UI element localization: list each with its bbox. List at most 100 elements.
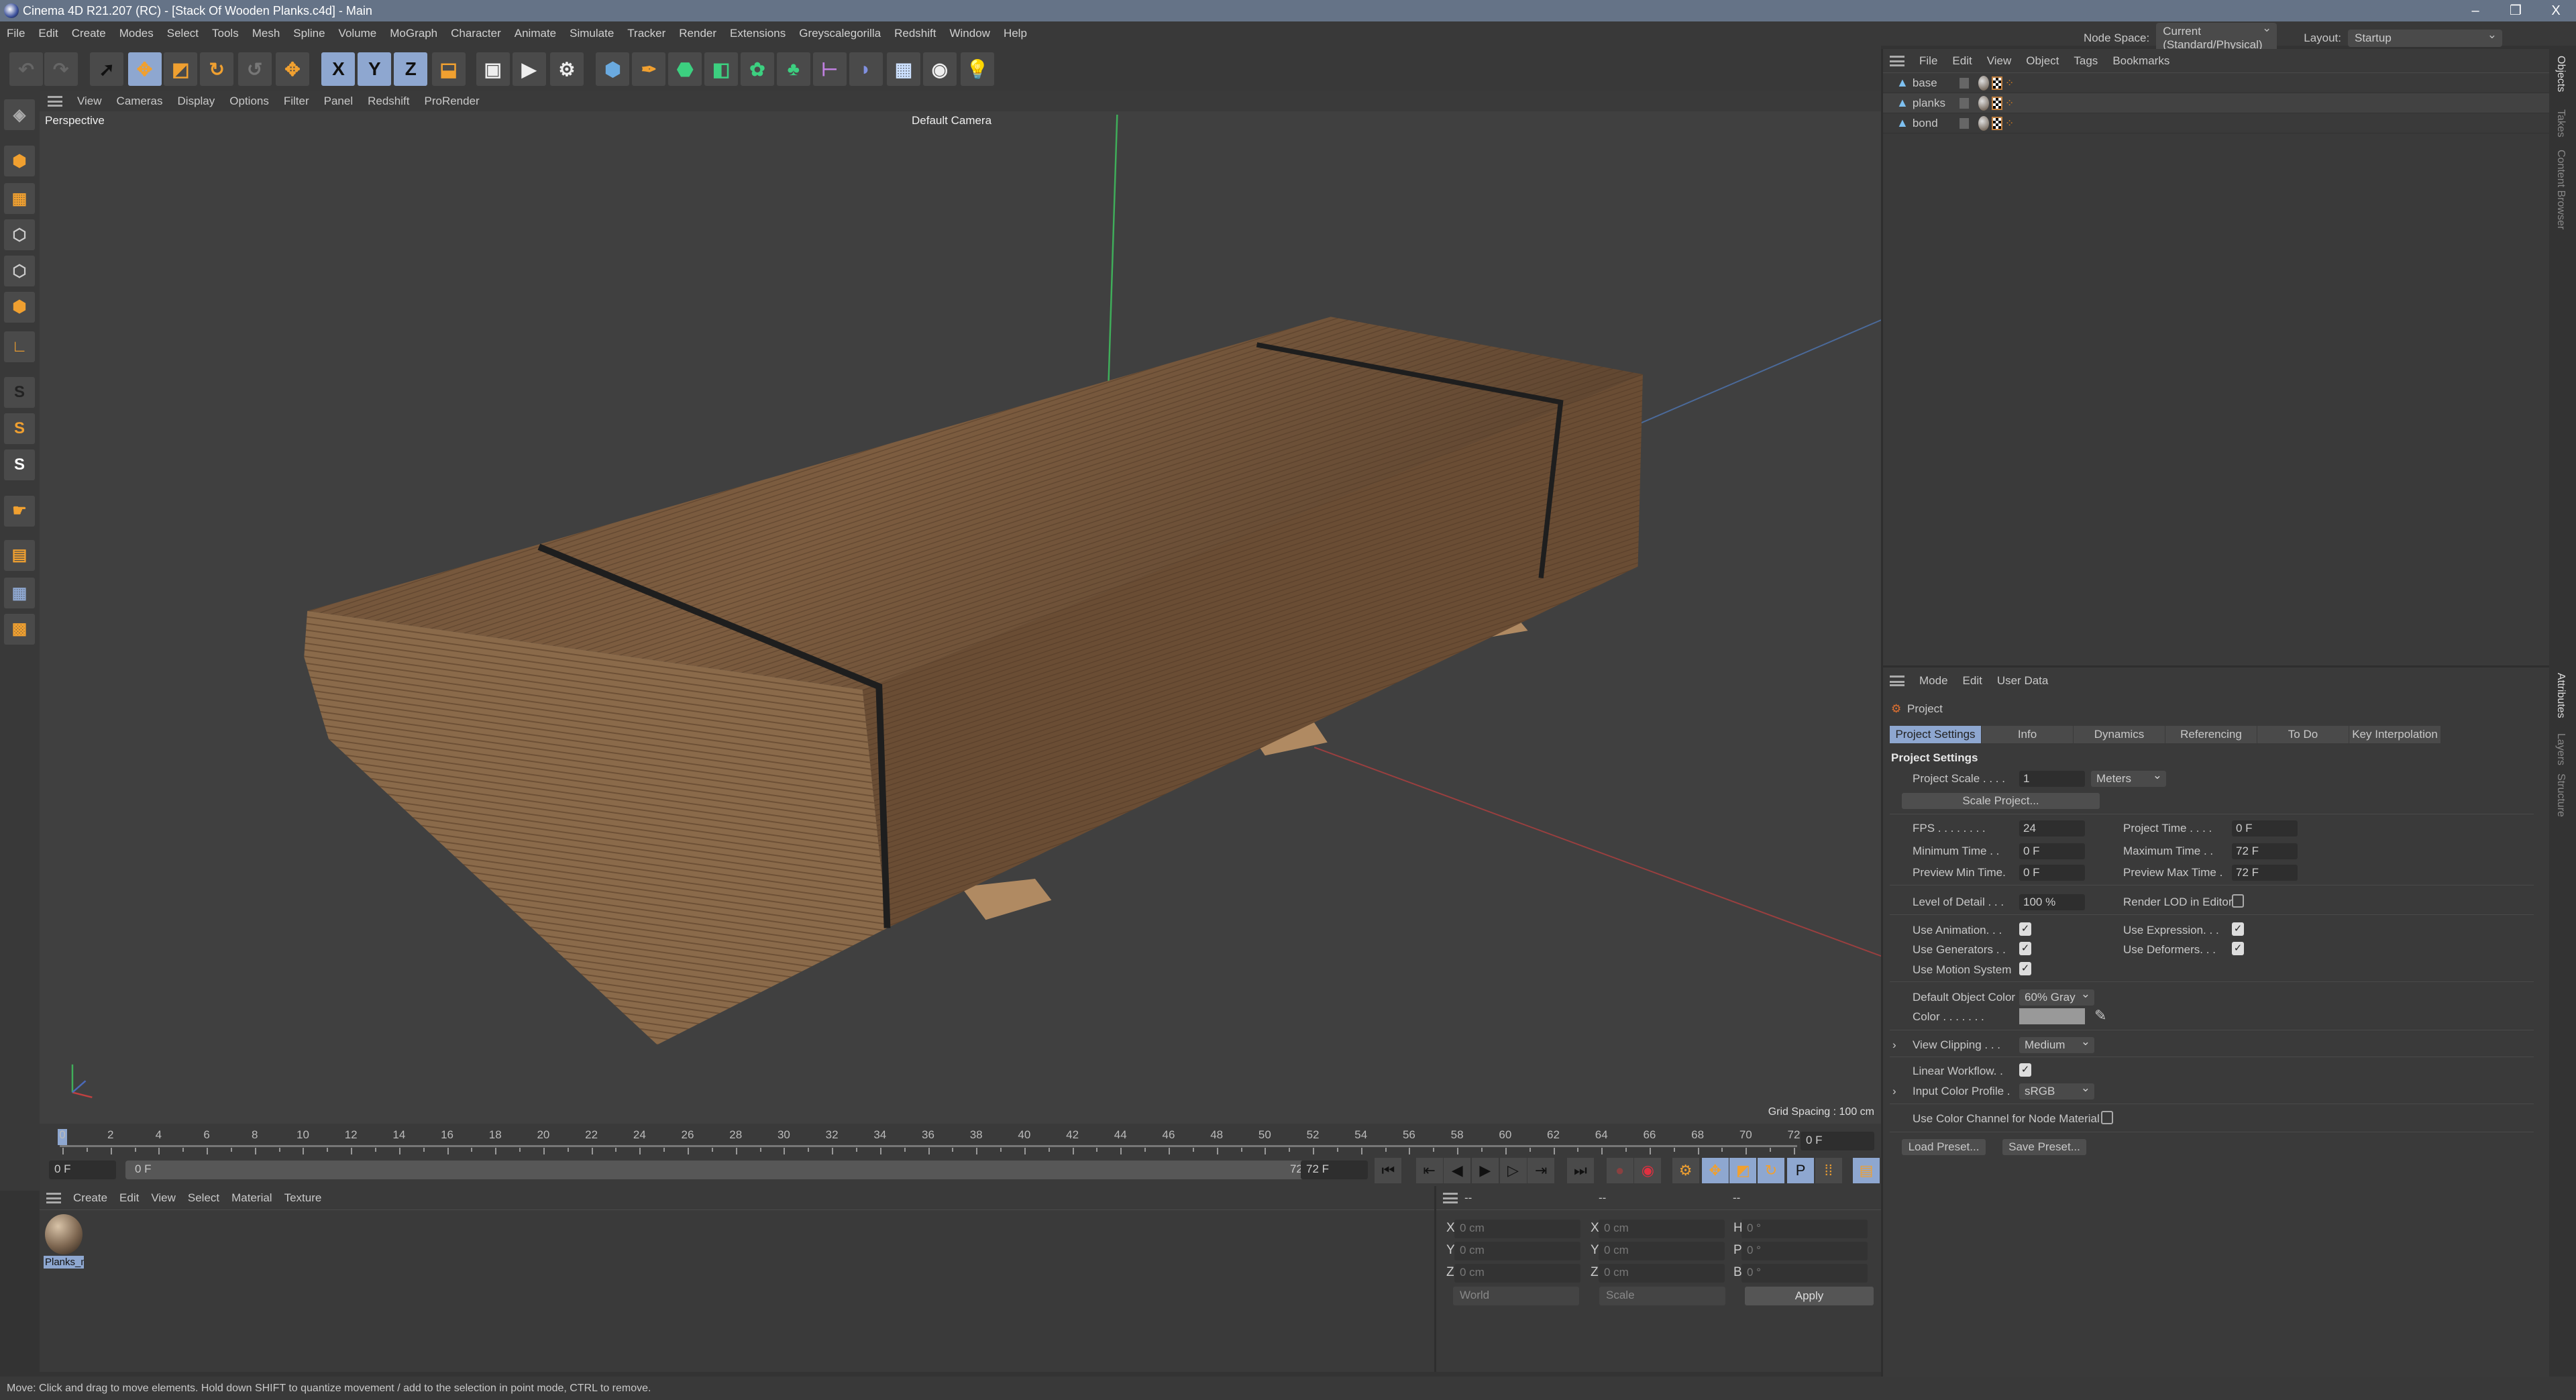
end-frame-field[interactable]: 72 F [1301, 1161, 1368, 1179]
project-scale-unit-dropdown[interactable]: Meters [2091, 769, 2166, 787]
load-preset-button[interactable]: Load Preset... [1902, 1139, 1986, 1155]
minimize-button[interactable]: – [2455, 0, 2496, 21]
previous-key-icon[interactable]: ⇤ [1415, 1158, 1443, 1183]
material-tag-icon[interactable] [1978, 95, 1989, 111]
project-time-field[interactable]: 0 F [2232, 820, 2298, 837]
object-menu-file[interactable]: File [1919, 54, 1937, 68]
visibility-toggle[interactable] [1959, 77, 1969, 89]
material-menu-select[interactable]: Select [188, 1191, 219, 1205]
object-row-base[interactable]: ▲ base ⁘ [1883, 73, 2549, 93]
uvw-tag-icon[interactable] [1991, 96, 2002, 110]
close-button[interactable]: X [2536, 0, 2576, 21]
mograph-icon[interactable]: ♣ [776, 52, 810, 86]
coord-field-x[interactable]: 0 cm [1599, 1220, 1725, 1238]
phong-tag-icon[interactable]: ⁘ [2005, 97, 2014, 110]
menu-mesh[interactable]: Mesh [252, 27, 280, 40]
input-color-profile-dropdown[interactable]: sRGB [2019, 1081, 2094, 1099]
next-key-icon[interactable]: ⇥ [1527, 1158, 1555, 1183]
project-scale-field[interactable]: 1 [2019, 771, 2085, 787]
timeline-ruler[interactable]: 0 2 4 6 8 10 12 14 16 18 20 22 24 26 28 30 32 34 36 38 40 42 4… [40, 1124, 1800, 1156]
points-mode-icon[interactable]: ⬡ [4, 219, 35, 251]
eyedropper-icon[interactable]: ✎ [2094, 1007, 2106, 1024]
z-axis-icon[interactable]: Z [394, 52, 428, 86]
menu-select[interactable]: Select [167, 27, 199, 40]
tab-attributes[interactable]: Attributes [2555, 673, 2567, 718]
key-scale-icon[interactable]: ◩ [1729, 1158, 1757, 1183]
tab-content-browser[interactable]: Content Browser [2555, 150, 2567, 229]
previous-frame-icon[interactable]: ◀ [1444, 1158, 1471, 1183]
snap-icon[interactable]: S [4, 377, 35, 409]
key-position-icon[interactable]: ✥ [1701, 1158, 1729, 1183]
menu-greyscalegorilla[interactable]: Greyscalegorilla [799, 27, 881, 40]
material-menu-icon[interactable] [46, 1192, 61, 1203]
phong-tag-icon[interactable]: ⁘ [2005, 117, 2014, 130]
scale-project-button[interactable]: Scale Project... [1902, 793, 2100, 809]
menu-animate[interactable]: Animate [515, 27, 556, 40]
camera-icon[interactable]: ◉ [922, 52, 957, 86]
material-swatch[interactable]: Planks_m [44, 1213, 84, 1275]
texture-mode-icon[interactable]: ▦ [4, 183, 35, 215]
menu-tracker[interactable]: Tracker [627, 27, 665, 40]
use-expression-checkbox[interactable]: ✓ [2232, 922, 2244, 936]
coord-field-y[interactable]: 0 cm [1599, 1242, 1725, 1260]
viewport-menu-display[interactable]: Display [178, 95, 215, 108]
model-mode-icon[interactable]: ⬢ [4, 146, 35, 176]
input-color-profile-expand-icon[interactable]: › [1892, 1085, 1896, 1098]
coord-field-p[interactable]: 0 ° [1741, 1242, 1868, 1260]
fps-field[interactable]: 24 [2019, 820, 2085, 837]
tab-structure[interactable]: Structure [2555, 773, 2567, 817]
coordinate-space-dropdown[interactable]: World [1453, 1287, 1579, 1305]
tab-to-do[interactable]: To Do [2257, 726, 2349, 743]
menu-modes[interactable]: Modes [119, 27, 154, 40]
material-menu-texture[interactable]: Texture [284, 1191, 322, 1205]
object-menu-tags[interactable]: Tags [2074, 54, 2098, 68]
tab-info[interactable]: Info [1982, 726, 2074, 743]
render-lod-checkbox[interactable] [2232, 894, 2244, 908]
coordinate-mode-dropdown[interactable]: Scale [1599, 1287, 1725, 1305]
y-axis-icon[interactable]: Y [358, 52, 392, 86]
redo-icon[interactable]: ↷ [44, 52, 78, 86]
object-row-planks[interactable]: ▲ planks ⁘ [1883, 93, 2549, 113]
attribute-menu-icon[interactable] [1890, 676, 1904, 686]
use-generators-checkbox[interactable]: ✓ [2019, 942, 2031, 955]
key-rotation-icon[interactable]: ↻ [1758, 1158, 1785, 1183]
viewport-menu-prorender[interactable]: ProRender [425, 95, 480, 108]
preview-min-time-field[interactable]: 0 F [2019, 865, 2085, 881]
render-picture-viewer-icon[interactable]: ▶ [512, 52, 546, 86]
tab-referencing[interactable]: Referencing [2165, 726, 2257, 743]
world-axis-icon[interactable]: ✥ [275, 52, 309, 86]
key-pla-icon[interactable]: ⁞⁞ [1815, 1158, 1842, 1183]
tab-takes[interactable]: Takes [2555, 109, 2567, 138]
rotate-icon[interactable]: ↻ [200, 52, 234, 86]
layout-dropdown[interactable]: Startup [2348, 28, 2502, 47]
use-motion-system-checkbox[interactable]: ✓ [2019, 962, 2031, 975]
viewport-menu-cameras[interactable]: Cameras [117, 95, 163, 108]
viewport-menu-icon[interactable] [48, 95, 62, 107]
attribute-menu-edit[interactable]: Edit [1963, 674, 1982, 688]
object-menu-bookmarks[interactable]: Bookmarks [2112, 54, 2169, 68]
visibility-toggle[interactable] [1959, 117, 1969, 129]
x-axis-icon[interactable]: X [321, 52, 356, 86]
menu-render[interactable]: Render [679, 27, 716, 40]
go-to-end-icon[interactable]: ⏭ [1566, 1158, 1594, 1183]
color-swatch[interactable] [2019, 1008, 2085, 1024]
uvw-tag-icon[interactable] [1991, 116, 2002, 130]
object-menu-object[interactable]: Object [2026, 54, 2059, 68]
linear-workflow-checkbox[interactable]: ✓ [2019, 1063, 2031, 1077]
subdivision-icon[interactable]: ⬣ [668, 52, 702, 86]
timeline-window-icon[interactable]: ▤ [1853, 1158, 1880, 1183]
render-view-icon[interactable]: ▣ [476, 52, 510, 86]
material-tag-icon[interactable] [1978, 75, 1989, 91]
make-editable-icon[interactable]: ◈ [4, 99, 35, 131]
menu-help[interactable]: Help [1004, 27, 1027, 40]
pen-icon[interactable]: ✒ [632, 52, 666, 86]
tab-dynamics[interactable]: Dynamics [2074, 726, 2165, 743]
tweak-icon[interactable]: ☛ [4, 495, 35, 527]
material-menu-create[interactable]: Create [73, 1191, 107, 1205]
material-tag-icon[interactable] [1978, 115, 1989, 131]
use-deformers-checkbox[interactable]: ✓ [2232, 942, 2244, 955]
viewport-menu-options[interactable]: Options [229, 95, 269, 108]
grid-icon[interactable]: ▦ [4, 578, 35, 609]
default-object-color-dropdown[interactable]: 60% Gray [2019, 987, 2094, 1006]
material-menu-edit[interactable]: Edit [119, 1191, 139, 1205]
